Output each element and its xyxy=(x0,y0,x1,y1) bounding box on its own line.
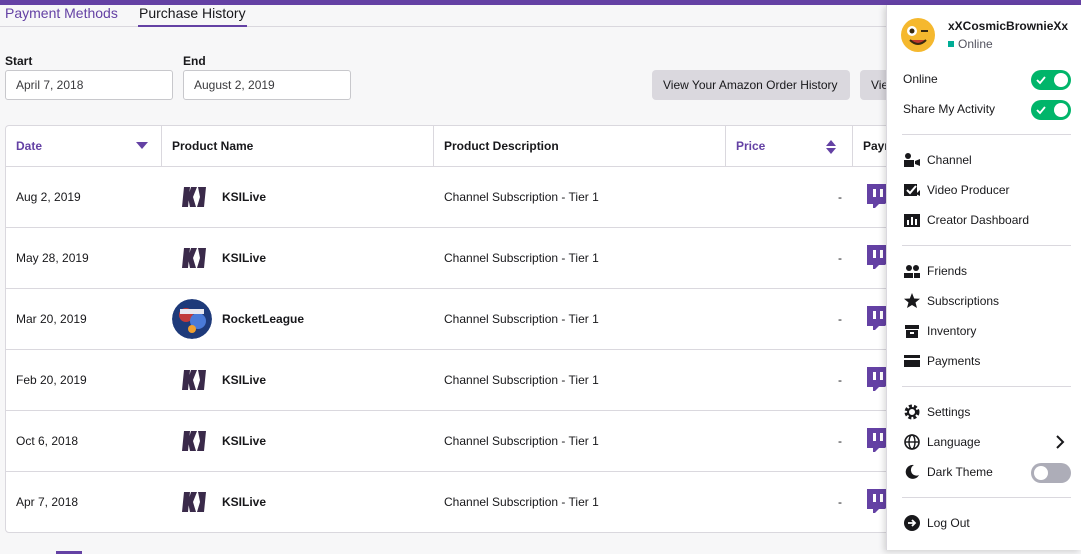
table-row: Apr 7, 2018 KSILive Channel Subscription… xyxy=(6,472,904,532)
sort-both-icon xyxy=(826,140,836,154)
header-price[interactable]: Price xyxy=(726,126,853,167)
row-date: Aug 2, 2019 xyxy=(16,190,81,204)
toggle-knob xyxy=(1034,466,1048,480)
amazon-order-history-button[interactable]: View Your Amazon Order History xyxy=(652,70,850,100)
channel-icon xyxy=(904,153,920,167)
star-icon xyxy=(904,293,920,308)
menu-divider xyxy=(902,134,1071,135)
start-label: Start xyxy=(5,54,33,68)
moon-icon xyxy=(905,464,919,479)
menu-item-log-out[interactable]: Log Out xyxy=(927,516,970,530)
menu-item-settings[interactable]: Settings xyxy=(927,405,970,419)
payments-card-icon xyxy=(904,355,920,367)
header-price-label: Price xyxy=(736,139,766,153)
menu-divider xyxy=(902,497,1071,498)
globe-icon xyxy=(904,434,920,450)
row-description: Channel Subscription - Tier 1 xyxy=(444,434,599,448)
row-price: - xyxy=(838,312,842,326)
header-date-label: Date xyxy=(16,139,43,153)
toggle-knob xyxy=(1054,103,1068,117)
chevron-right-icon xyxy=(1056,435,1065,449)
row-product-name[interactable]: KSILive xyxy=(162,167,433,227)
end-date-input[interactable]: August 2, 2019 xyxy=(183,70,351,100)
header-product-name[interactable]: Product Name xyxy=(162,126,434,167)
row-product-name[interactable]: RocketLeague xyxy=(162,289,433,349)
row-price: - xyxy=(838,251,842,265)
video-producer-icon xyxy=(904,184,920,196)
menu-item-video-producer[interactable]: Video Producer xyxy=(927,183,1010,197)
start-date-input[interactable]: April 7, 2018 xyxy=(5,70,173,100)
table-row: Feb 20, 2019 KSILive Channel Subscriptio… xyxy=(6,350,904,411)
menu-item-payments[interactable]: Payments xyxy=(927,354,980,368)
row-date: Feb 20, 2019 xyxy=(16,373,87,387)
row-product-name[interactable]: KSILive xyxy=(162,472,433,532)
row-product-name[interactable]: KSILive xyxy=(162,411,433,471)
check-icon xyxy=(1036,106,1046,115)
row-price: - xyxy=(838,495,842,509)
table-row: Mar 20, 2019 RocketLeague Channel Subscr… xyxy=(6,289,904,350)
dark-theme-toggle[interactable] xyxy=(1031,463,1071,483)
table-row: Oct 6, 2018 KSILive Channel Subscription… xyxy=(6,411,904,472)
row-description: Channel Subscription - Tier 1 xyxy=(444,373,599,387)
sort-desc-icon xyxy=(136,142,148,149)
row-date: Mar 20, 2019 xyxy=(16,312,87,326)
menu-item-subscriptions[interactable]: Subscriptions xyxy=(927,294,999,308)
row-description: Channel Subscription - Tier 1 xyxy=(444,312,599,326)
gear-icon xyxy=(904,404,920,420)
menu-item-friends[interactable]: Friends xyxy=(927,264,967,278)
table-header: Date Product Name Product Description Pr… xyxy=(6,126,904,167)
row-date: Apr 7, 2018 xyxy=(16,495,79,509)
online-toggle-label: Online xyxy=(903,72,938,86)
log-out-icon xyxy=(904,515,920,531)
menu-item-creator-dashboard[interactable]: Creator Dashboard xyxy=(927,213,1029,227)
inventory-icon xyxy=(905,325,919,338)
friends-icon xyxy=(904,265,920,278)
table-row: May 28, 2019 KSILive Channel Subscriptio… xyxy=(6,228,904,289)
table-row: Aug 2, 2019 KSILive Channel Subscription… xyxy=(6,167,904,228)
row-description: Channel Subscription - Tier 1 xyxy=(444,251,599,265)
online-status-dot xyxy=(948,41,954,47)
menu-item-language[interactable]: Language xyxy=(927,435,980,449)
header-product-description[interactable]: Product Description xyxy=(434,126,726,167)
user-dropdown-menu: xXCosmicBrownieXx Online Online Share My… xyxy=(886,5,1081,550)
dark-theme-toggle-label: Dark Theme xyxy=(927,465,993,479)
row-product-name[interactable]: KSILive xyxy=(162,350,433,410)
purchase-history-table: Date Product Name Product Description Pr… xyxy=(5,125,905,533)
winking-emoji-avatar-icon xyxy=(901,18,935,52)
row-price: - xyxy=(838,373,842,387)
menu-item-channel[interactable]: Channel xyxy=(927,153,972,167)
header-date[interactable]: Date xyxy=(6,126,162,167)
online-toggle[interactable] xyxy=(1031,70,1071,90)
row-description: Channel Subscription - Tier 1 xyxy=(444,190,599,204)
row-description: Channel Subscription - Tier 1 xyxy=(444,495,599,509)
menu-divider xyxy=(902,245,1071,246)
check-icon xyxy=(1036,76,1046,85)
menu-divider xyxy=(902,386,1071,387)
menu-user-status: Online xyxy=(958,37,993,51)
tab-payment-methods[interactable]: Payment Methods xyxy=(5,5,118,27)
row-date: May 28, 2019 xyxy=(16,251,89,265)
row-price: - xyxy=(838,190,842,204)
row-date: Oct 6, 2018 xyxy=(16,434,79,448)
menu-item-inventory[interactable]: Inventory xyxy=(927,324,976,338)
menu-username: xXCosmicBrownieXx xyxy=(948,19,1069,33)
creator-dashboard-icon xyxy=(904,214,920,227)
tab-purchase-history[interactable]: Purchase History xyxy=(138,5,247,27)
end-label: End xyxy=(183,54,206,68)
row-product-name[interactable]: KSILive xyxy=(162,228,433,288)
row-price: - xyxy=(838,434,842,448)
toggle-knob xyxy=(1054,73,1068,87)
share-activity-toggle-label: Share My Activity xyxy=(903,102,996,116)
share-activity-toggle[interactable] xyxy=(1031,100,1071,120)
